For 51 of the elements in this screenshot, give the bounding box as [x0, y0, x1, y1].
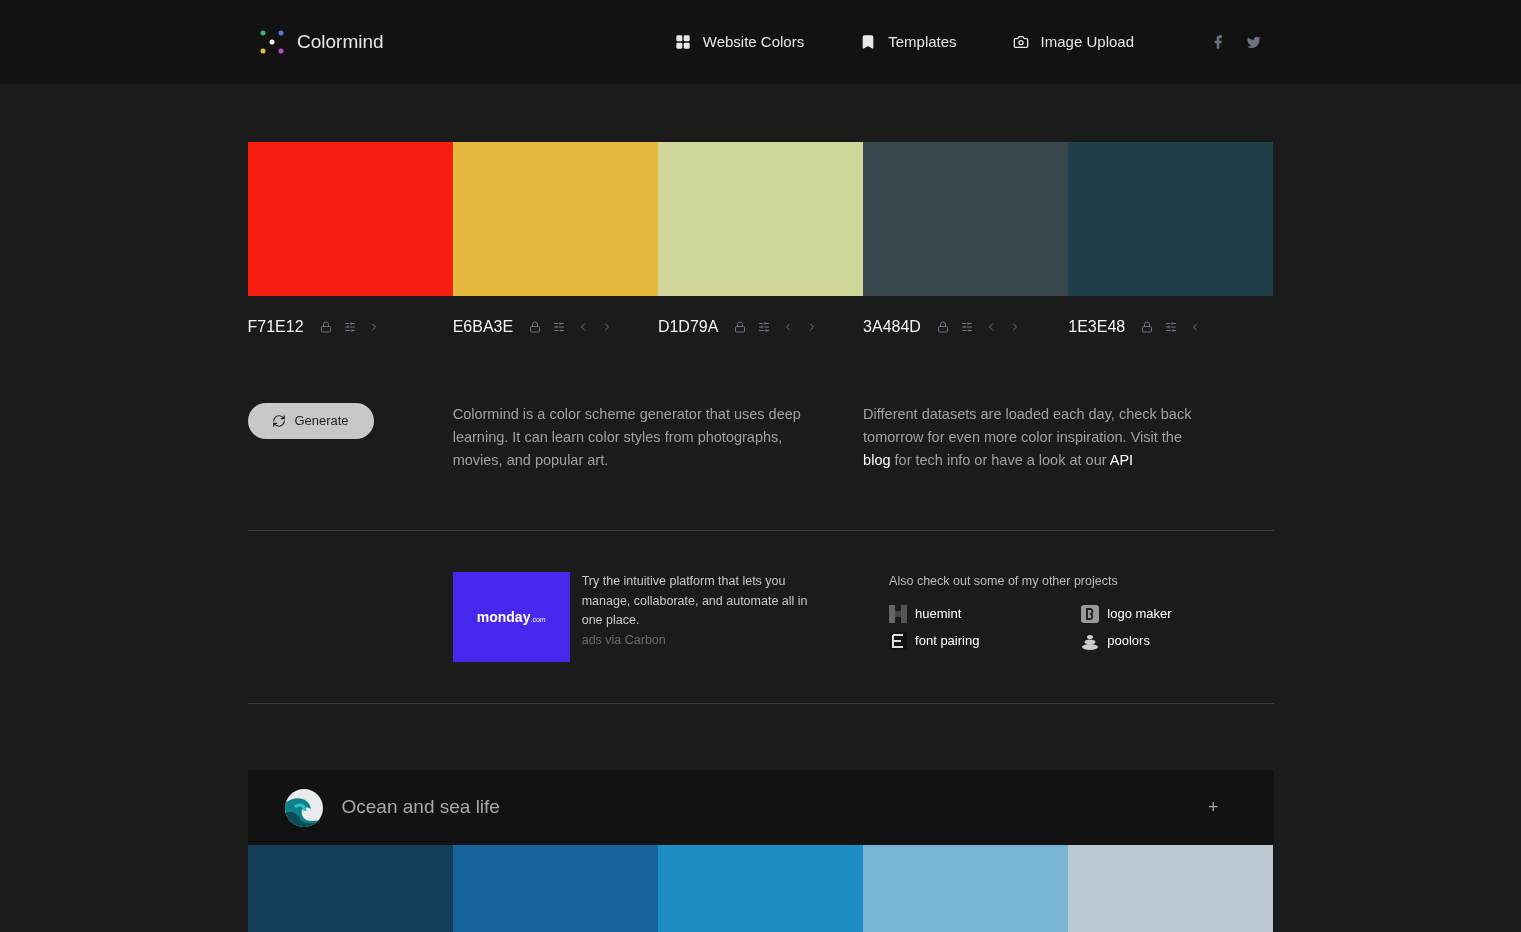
intro-paragraph: Colormind is a color scheme generator that uses deep learning. It can learn color styles from photographs, movies, and popular art. — [452, 405, 802, 470]
hex-code: E6BA3E — [452, 317, 514, 337]
color-swatch[interactable] — [1068, 845, 1274, 932]
color-swatch[interactable] — [1068, 142, 1274, 296]
lock-icon[interactable] — [1141, 321, 1154, 333]
camera-icon — [1012, 34, 1029, 50]
generate-button[interactable]: Generate — [247, 403, 374, 439]
refresh-icon — [272, 414, 287, 428]
twitter-link[interactable] — [1246, 34, 1262, 50]
brand-name[interactable]: Colormind — [297, 27, 384, 57]
project-link[interactable]: huemint — [889, 603, 1082, 624]
sliders-icon[interactable] — [758, 321, 771, 333]
sliders-icon[interactable] — [343, 321, 356, 333]
color-swatch[interactable] — [452, 142, 658, 296]
color-swatch[interactable] — [247, 142, 453, 296]
blocks-icon — [889, 604, 908, 623]
grid-icon — [674, 34, 691, 50]
project-link[interactable]: font pairing — [889, 631, 1082, 651]
expand-button[interactable]: + — [1208, 794, 1219, 821]
hex-code: 3A484D — [863, 317, 921, 337]
ad-text[interactable]: Try the intuitive platform that lets you manage, collaborate, and automate all in one place. — [581, 572, 827, 631]
letter-tile-icon — [889, 632, 908, 650]
color-swatch[interactable] — [452, 845, 658, 932]
color-swatch[interactable] — [657, 845, 864, 932]
collection-title[interactable]: Ocean and sea life — [341, 793, 500, 822]
sliders-icon[interactable] — [960, 321, 973, 333]
nav-link[interactable]: Templates — [860, 30, 957, 54]
letter-tile-icon — [1081, 604, 1100, 623]
nav-link[interactable]: Image Upload — [1012, 30, 1134, 54]
stack-icon — [1081, 632, 1100, 650]
datasets-paragraph: Different datasets are loaded each day, check back tomorrow for even more color inspiration. Visit the blog for tech info or have a look at our API — [863, 405, 1193, 470]
color-swatch[interactable] — [863, 142, 1069, 296]
blog-link[interactable]: blog — [863, 452, 891, 468]
hex-code: 1E3E48 — [1068, 317, 1126, 337]
lock-icon[interactable] — [936, 321, 949, 333]
lock-icon[interactable] — [734, 321, 747, 333]
project-link[interactable]: logo maker — [1081, 603, 1274, 624]
color-swatch[interactable] — [247, 845, 453, 932]
projects-heading: Also check out some of my other projects — [889, 573, 1119, 590]
lock-icon[interactable] — [529, 321, 542, 333]
project-link[interactable]: poolors — [1081, 631, 1274, 651]
sliders-icon[interactable] — [1165, 321, 1178, 333]
dots-logo-icon — [259, 29, 285, 55]
color-swatch[interactable] — [863, 845, 1069, 932]
nav-link[interactable]: Website Colors — [674, 30, 805, 54]
api-link[interactable]: API — [1109, 452, 1134, 468]
sliders-icon[interactable] — [553, 321, 566, 333]
hex-code: D1D79A — [657, 317, 719, 337]
color-swatch[interactable] — [657, 142, 864, 296]
hex-code: F71E12 — [247, 317, 304, 337]
lock-icon[interactable] — [319, 321, 332, 333]
